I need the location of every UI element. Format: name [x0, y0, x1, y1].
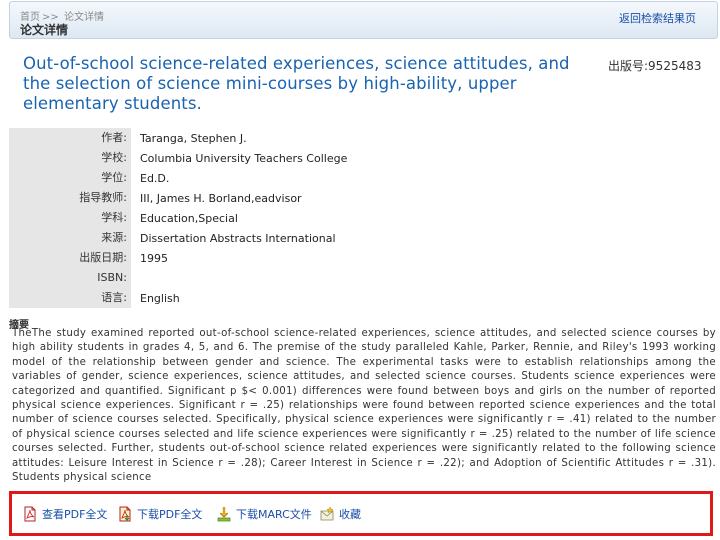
meta-label: 指导教师: — [9, 188, 131, 208]
favorite-button[interactable]: 收藏 — [319, 506, 361, 522]
publication-number: 出版号:9525483 — [608, 57, 702, 74]
pdf-icon — [24, 506, 36, 522]
back-to-results-link[interactable]: 返回检索结果页 — [619, 10, 696, 26]
meta-label: 作者: — [9, 128, 131, 148]
download-pdf-button[interactable]: 下载PDF全文 — [117, 506, 202, 522]
meta-value: Dissertation Abstracts International — [140, 232, 336, 245]
breadcrumb-current: 论文详情 — [63, 12, 104, 23]
meta-row-pub-date: 出版日期: 1995 — [9, 248, 718, 268]
meta-value: 1995 — [140, 252, 168, 265]
paper-title: Out-of-school science-related experience… — [23, 54, 570, 113]
publication-number-label: 出版号: — [608, 59, 649, 73]
download-icon — [217, 507, 231, 522]
meta-row-advisor: 指导教师: III, James H. Borland,eadvisor — [9, 188, 718, 208]
meta-label: 学校: — [9, 148, 131, 168]
favorite-label: 收藏 — [339, 508, 361, 521]
meta-value: Ed.D. — [140, 172, 170, 185]
page-title: 论文详情 — [20, 23, 69, 37]
action-bar: 查看PDF全文 下载PDF全文 下载MARC文件 收藏 — [9, 491, 713, 536]
meta-row-school: 学校: Columbia University Teachers College — [9, 148, 718, 168]
view-pdf-label: 查看PDF全文 — [42, 508, 108, 521]
download-pdf-label: 下载PDF全文 — [137, 508, 203, 521]
meta-row-subject: 学科: Education,Special — [9, 208, 718, 228]
meta-value: English — [140, 292, 180, 305]
meta-label: 学科: — [9, 208, 131, 228]
meta-value: III, James H. Borland,eadvisor — [140, 192, 302, 205]
publication-number-value: 9525483 — [648, 59, 702, 73]
metadata-table: 作者: Taranga, Stephen J. 学校: Columbia Uni… — [9, 128, 718, 308]
abstract-text: TheThe study examined reported out-of-sc… — [12, 328, 716, 484]
download-marc-button[interactable]: 下载MARC文件 — [216, 506, 312, 522]
meta-row-isbn: ISBN: — [9, 268, 718, 288]
page-header: 首页 >> 论文详情 论文详情 返回检索结果页 — [9, 1, 718, 39]
meta-row-source: 来源: Dissertation Abstracts International — [9, 228, 718, 248]
meta-value: Columbia University Teachers College — [140, 152, 348, 165]
meta-label: 语言: — [9, 288, 131, 308]
pdf-download-icon — [119, 506, 131, 522]
meta-value: Taranga, Stephen J. — [140, 132, 247, 145]
meta-row-author: 作者: Taranga, Stephen J. — [9, 128, 718, 148]
favorite-icon — [320, 506, 334, 521]
meta-label: 学位: — [9, 168, 131, 188]
meta-label: ISBN: — [9, 268, 131, 288]
meta-label: 来源: — [9, 228, 131, 248]
meta-row-degree: 学位: Ed.D. — [9, 168, 718, 188]
download-marc-label: 下载MARC文件 — [236, 508, 312, 521]
view-pdf-button[interactable]: 查看PDF全文 — [22, 506, 107, 522]
meta-row-language: 语言: English — [9, 288, 718, 308]
meta-value: Education,Special — [140, 212, 238, 225]
meta-label: 出版日期: — [9, 248, 131, 268]
